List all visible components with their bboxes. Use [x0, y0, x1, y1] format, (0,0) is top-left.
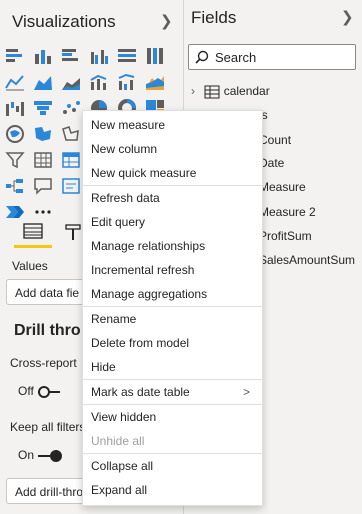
- menu-item-hide[interactable]: Hide: [83, 355, 262, 379]
- menu-item-rename[interactable]: Rename: [83, 307, 262, 331]
- active-tab-underline: [14, 245, 52, 248]
- drill-through-heading: Drill thro: [14, 322, 81, 339]
- 100-stacked-bar-chart-icon[interactable]: [116, 46, 138, 66]
- filled-map-icon[interactable]: [32, 124, 54, 144]
- keep-all-filters-state: On: [18, 448, 35, 462]
- calendar-table-label: calendar: [223, 84, 270, 98]
- fields-title: Fields: [191, 8, 237, 27]
- clustered-column-chart-icon[interactable]: [88, 46, 110, 66]
- collapse-fields-chevron-icon[interactable]: ❯: [341, 8, 354, 26]
- context-menu: New measure New column New quick measure…: [82, 110, 263, 506]
- more-visuals-icon[interactable]: [32, 202, 54, 222]
- qa-visual-icon[interactable]: [32, 176, 54, 196]
- cross-report-state: Off: [18, 384, 34, 398]
- stacked-bar-chart-icon[interactable]: [4, 46, 26, 66]
- line-and-clustered-column-chart-icon[interactable]: [116, 72, 138, 92]
- keep-all-filters-toggle[interactable]: On: [18, 448, 63, 462]
- table-icon: [204, 85, 220, 99]
- field-item[interactable]: SalesAmountSum: [259, 253, 355, 267]
- decomposition-tree-icon[interactable]: [4, 176, 26, 196]
- fields-search-input[interactable]: Search: [188, 44, 356, 70]
- waterfall-chart-icon[interactable]: [4, 98, 26, 118]
- matrix-visual-icon[interactable]: [60, 150, 82, 170]
- calendar-table-row[interactable]: › calendar: [191, 84, 270, 99]
- field-item[interactable]: Measure: [259, 180, 306, 194]
- menu-item-collapse-all[interactable]: Collapse all: [83, 454, 262, 478]
- keep-all-filters-label: Keep all filters: [10, 420, 84, 434]
- power-automate-icon[interactable]: [4, 202, 26, 222]
- menu-item-edit-query[interactable]: Edit query: [83, 210, 262, 234]
- menu-item-delete-from-model[interactable]: Delete from model: [83, 331, 262, 355]
- funnel-filter-icon[interactable]: [4, 150, 26, 170]
- menu-item-view-hidden[interactable]: View hidden: [83, 405, 262, 429]
- mark-as-date-table-label: Mark as date table: [91, 385, 190, 399]
- menu-item-new-measure[interactable]: New measure: [83, 113, 262, 137]
- menu-item-manage-relationships[interactable]: Manage relationships: [83, 234, 262, 258]
- area-chart-icon[interactable]: [32, 72, 54, 92]
- search-icon: [195, 50, 209, 64]
- menu-item-incremental-refresh[interactable]: Incremental refresh: [83, 258, 262, 282]
- line-chart-icon[interactable]: [4, 72, 26, 92]
- clustered-bar-chart-icon[interactable]: [60, 46, 82, 66]
- smart-narrative-icon[interactable]: [60, 176, 82, 196]
- add-drill-through-well[interactable]: Add drill-thro: [6, 478, 86, 504]
- scatter-chart-icon[interactable]: [60, 98, 82, 118]
- menu-item-manage-aggregations[interactable]: Manage aggregations: [83, 282, 262, 306]
- shape-map-icon[interactable]: [60, 124, 82, 144]
- menu-item-refresh-data[interactable]: Refresh data: [83, 186, 262, 210]
- menu-item-new-column[interactable]: New column: [83, 137, 262, 161]
- field-item[interactable]: Measure 2: [259, 205, 316, 219]
- map-icon[interactable]: [4, 124, 26, 144]
- menu-item-mark-as-date-table[interactable]: Mark as date table >: [83, 380, 262, 404]
- menu-item-unhide-all[interactable]: Unhide all: [83, 429, 262, 453]
- line-and-column-chart-icon[interactable]: [88, 72, 110, 92]
- table-visual-icon[interactable]: [32, 150, 54, 170]
- field-item[interactable]: ProfitSum: [259, 229, 312, 243]
- fields-tab-icon[interactable]: [22, 222, 44, 242]
- visualizations-title: Visualizations: [12, 12, 116, 31]
- collapse-visualizations-chevron-icon[interactable]: ❯: [160, 12, 173, 30]
- funnel-chart-icon[interactable]: [32, 98, 54, 118]
- search-placeholder: Search: [215, 50, 257, 65]
- stacked-column-chart-icon[interactable]: [32, 46, 54, 66]
- cross-report-label: Cross-report: [10, 356, 77, 370]
- values-label: Values: [12, 259, 48, 273]
- cross-report-toggle[interactable]: Off: [18, 384, 60, 398]
- menu-item-new-quick-measure[interactable]: New quick measure: [83, 161, 262, 185]
- field-item[interactable]: Count: [259, 133, 291, 147]
- expand-chevron-icon[interactable]: ›: [191, 84, 201, 98]
- add-data-fields-well[interactable]: Add data fie: [6, 279, 86, 305]
- menu-item-expand-all[interactable]: Expand all: [83, 478, 262, 502]
- ribbon-chart-icon[interactable]: [144, 72, 166, 92]
- 100-stacked-column-chart-icon[interactable]: [144, 46, 166, 66]
- stacked-area-chart-icon[interactable]: [60, 72, 82, 92]
- submenu-chevron-icon: >: [242, 385, 250, 399]
